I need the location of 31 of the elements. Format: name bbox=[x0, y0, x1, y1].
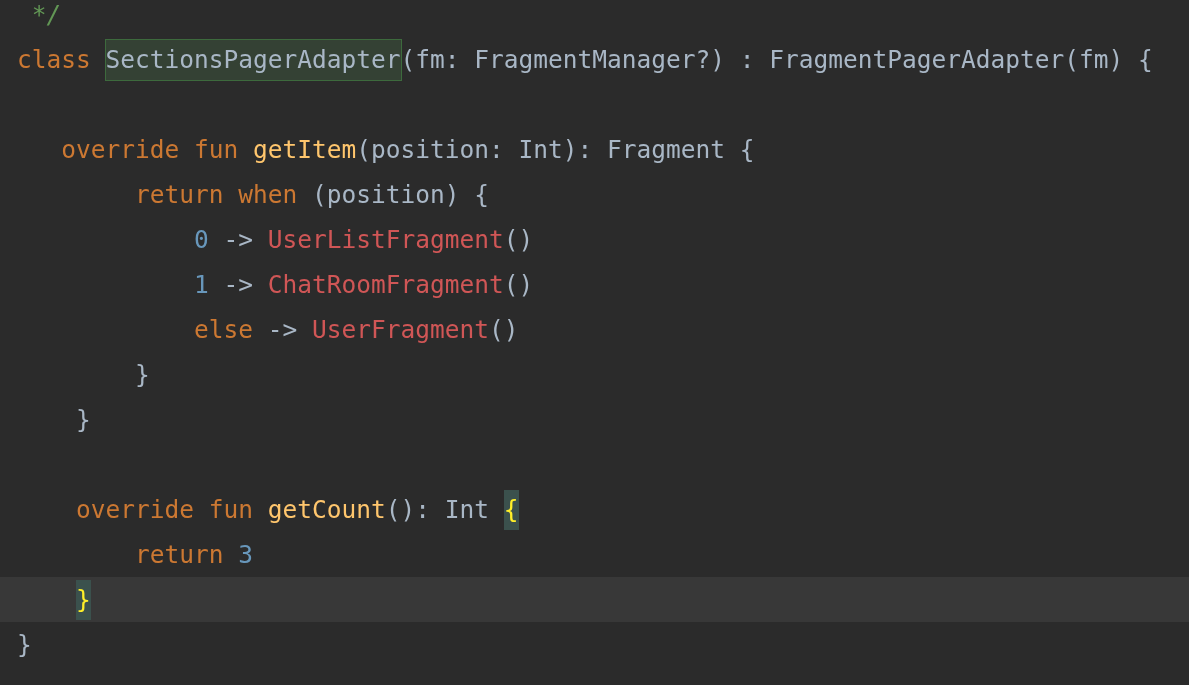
function-name: getItem bbox=[253, 133, 357, 166]
class-reference: ChatRoomFragment bbox=[267, 268, 504, 301]
code-text: () bbox=[489, 313, 519, 346]
code-text: -> bbox=[267, 313, 298, 346]
code-text: } bbox=[135, 358, 150, 391]
matched-brace: { bbox=[503, 489, 519, 530]
class-reference: UserListFragment bbox=[267, 223, 504, 256]
class-name: SectionsPagerAdapter bbox=[105, 39, 401, 80]
code-text: (position: Int): Fragment { bbox=[356, 133, 755, 166]
number-literal: 3 bbox=[238, 538, 254, 571]
code-keyword: return bbox=[135, 538, 224, 571]
code-text: -> bbox=[223, 268, 254, 301]
code-keyword: return when bbox=[135, 178, 298, 211]
code-keyword: override fun bbox=[61, 133, 239, 166]
function-name: getCount bbox=[267, 493, 386, 526]
code-text: } bbox=[17, 628, 32, 661]
matched-brace: } bbox=[76, 579, 91, 620]
code-keyword: class bbox=[17, 43, 91, 76]
code-text: (position) { bbox=[312, 178, 490, 211]
code-comment: */ bbox=[31, 0, 62, 31]
code-keyword: override fun bbox=[76, 493, 254, 526]
code-text: () bbox=[503, 268, 534, 301]
code-keyword: else bbox=[194, 313, 254, 346]
number-literal: 0 bbox=[194, 223, 209, 256]
class-reference: UserFragment bbox=[312, 313, 490, 346]
code-text: (): Int bbox=[385, 493, 490, 526]
code-text: () bbox=[503, 223, 534, 256]
code-text: -> bbox=[223, 223, 254, 256]
code-text: (fm: FragmentManager?) : FragmentPagerAdapter(fm) { bbox=[400, 43, 1153, 76]
number-literal: 1 bbox=[194, 268, 209, 301]
code-text: } bbox=[76, 403, 91, 436]
